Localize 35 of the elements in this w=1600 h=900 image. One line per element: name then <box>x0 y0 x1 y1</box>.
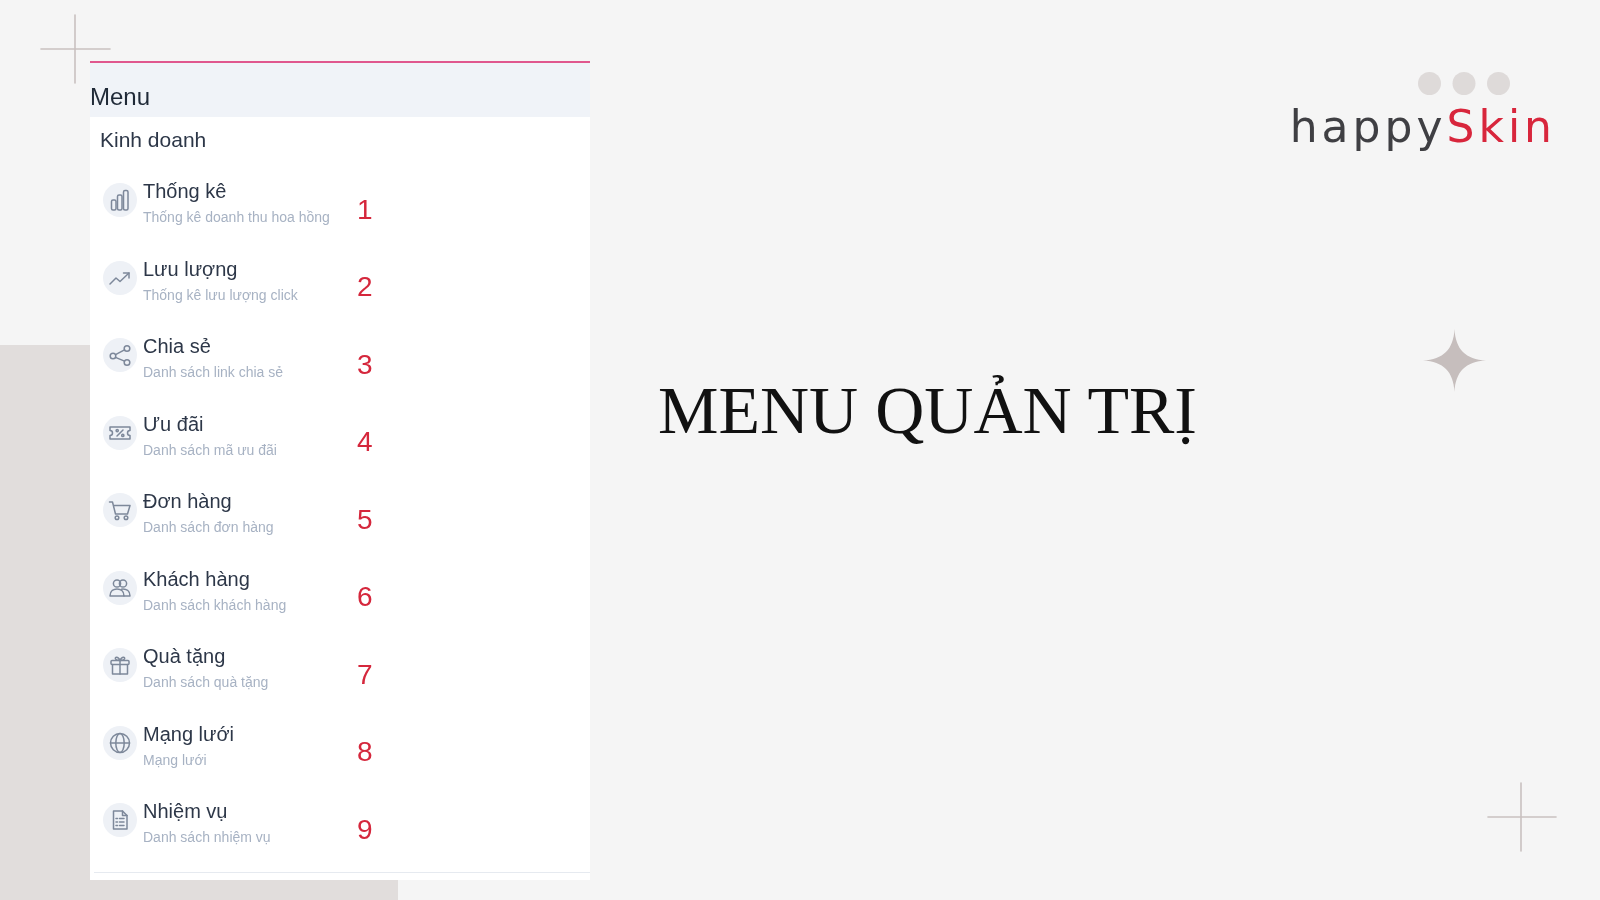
menu-item[interactable]: Đơn hàng Danh sách đơn hàng <box>103 489 274 537</box>
menu-item[interactable]: Quà tặng Danh sách quà tặng <box>103 644 269 692</box>
step-number: 8 <box>357 736 373 769</box>
trend-up-icon <box>103 260 137 295</box>
step-number: 9 <box>357 813 373 846</box>
menu-item[interactable]: Nhiệm vụ Danh sách nhiệm vụ <box>103 799 271 847</box>
menu-item[interactable]: Mạng lưới Mạng lưới <box>103 721 234 769</box>
section-title: Kinh doanh <box>100 127 207 153</box>
menu-item[interactable]: Thống kê Thống kê doanh thu hoa hồng <box>103 179 330 227</box>
users-icon <box>103 570 137 605</box>
step-number: 6 <box>357 581 373 614</box>
step-number: 2 <box>357 271 373 304</box>
step-number: 3 <box>357 348 373 381</box>
step-number: 5 <box>357 503 373 536</box>
gift-icon <box>103 648 137 683</box>
ticket-icon <box>103 415 137 450</box>
cart-icon <box>103 493 137 528</box>
sparkle-icon <box>1423 329 1486 392</box>
brand-logo: happySkin <box>1289 105 1556 149</box>
menu-item[interactable]: Khách hàng Danh sách khách hàng <box>103 566 287 614</box>
share-icon <box>103 338 137 373</box>
dots-icon <box>1418 72 1510 95</box>
bar-chart-icon <box>103 183 137 218</box>
step-number: 4 <box>357 426 373 459</box>
headline: MENU QUẢN TRỊ <box>658 371 1197 450</box>
step-number: 7 <box>357 658 373 691</box>
menu-title: Menu <box>90 83 151 111</box>
plus-icon <box>40 14 111 84</box>
step-number: 1 <box>357 193 373 226</box>
globe-icon <box>103 725 137 760</box>
menu-item[interactable]: Ưu đãi Danh sách mã ưu đãi <box>103 411 277 459</box>
menu-item[interactable]: Lưu lượng Thống kê lưu lượng click <box>103 256 298 304</box>
plus-icon <box>1487 782 1557 852</box>
menu-item[interactable]: Chia sẻ Danh sách link chia sẻ <box>103 334 284 382</box>
document-icon <box>103 803 137 838</box>
